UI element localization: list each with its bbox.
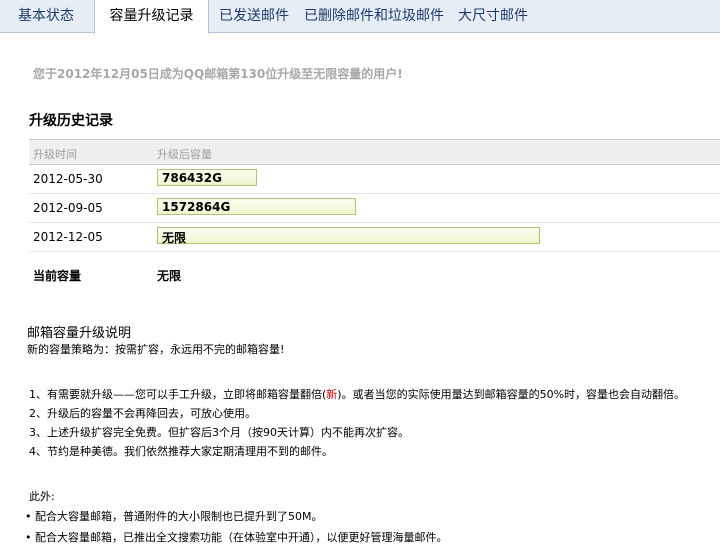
tab-capacity-history[interactable]: 容量升级记录 <box>94 0 209 34</box>
tab-deleted-spam[interactable]: 已删除邮件和垃圾邮件 <box>298 0 450 33</box>
table-row: 2012-12-05 无限 <box>29 223 720 252</box>
header-upgrade-time: 升级时间 <box>33 148 77 161</box>
also-label: 此外: <box>29 490 55 503</box>
list-item: • 配合大容量邮箱，已推出全文搜索功能（在体验室中开通），以便更好管理海量邮件。 <box>25 531 448 544</box>
rule-item: 1、有需要就升级——您可以手工升级，立即将邮箱容量翻倍(新)。或者当您的实际使用… <box>29 386 685 402</box>
description-subtitle: 新的容量策略为：按需扩容，永远用不完的邮箱容量! <box>27 343 285 356</box>
tab-large-mail[interactable]: 大尺寸邮件 <box>452 0 534 33</box>
current-capacity-value: 无限 <box>157 269 182 283</box>
tab-bar: 基本状态 容量升级记录 已发送邮件 已删除邮件和垃圾邮件 大尺寸邮件 <box>0 0 720 34</box>
tab-basic-status[interactable]: 基本状态 <box>12 0 80 33</box>
rule-text: 4、节约是种美德。我们依然推荐大家定期清理用不到的邮件。 <box>29 445 333 458</box>
capacity-bar: 1572864G <box>157 198 356 215</box>
capacity-value: 1572864G <box>162 200 231 214</box>
list-item: • 配合大容量邮箱，普通附件的大小限制也已提升到了50M。 <box>25 510 323 523</box>
rule-text: )。或者当您的实际使用量达到邮箱容量的50%时，容量也会自动翻倍。 <box>337 388 686 401</box>
history-table-header: 升级时间 升级后容量 <box>29 139 720 165</box>
header-capacity-after: 升级后容量 <box>157 148 212 161</box>
rule-text: 3、上述升级扩容完全免费。但扩容后3个月（按90天计算）内不能再次扩容。 <box>29 426 409 439</box>
description-title: 邮箱容量升级说明 <box>27 326 132 341</box>
row-date: 2012-09-05 <box>33 201 103 215</box>
rule-text: 2、升级后的容量不会再降回去，可放心使用。 <box>29 407 256 420</box>
tab-sent-mail[interactable]: 已发送邮件 <box>213 0 295 33</box>
capacity-value: 786432G <box>162 171 222 185</box>
history-title: 升级历史记录 <box>29 113 113 129</box>
current-capacity-label: 当前容量 <box>33 269 82 283</box>
rule-item: 2、升级后的容量不会再降回去，可放心使用。 <box>29 405 256 421</box>
row-date: 2012-12-05 <box>33 230 103 244</box>
rule-text: 1、有需要就升级——您可以手工升级，立即将邮箱容量翻倍( <box>29 388 327 401</box>
row-date: 2012-05-30 <box>33 172 103 186</box>
table-row: 2012-05-30 786432G <box>29 165 720 194</box>
table-row: 2012-09-05 1572864G <box>29 194 720 223</box>
capacity-value: 无限 <box>162 231 187 245</box>
rule-item: 4、节约是种美德。我们依然推荐大家定期清理用不到的邮件。 <box>29 443 333 459</box>
capacity-bar: 无限 <box>157 227 540 245</box>
upgrade-notice: 您于2012年12月05日成为QQ邮箱第130位升级至无限容量的用户! <box>33 67 403 81</box>
new-badge[interactable]: 新 <box>326 388 337 401</box>
capacity-bar: 786432G <box>157 169 257 186</box>
rule-item: 3、上述升级扩容完全免费。但扩容后3个月（按90天计算）内不能再次扩容。 <box>29 424 409 440</box>
